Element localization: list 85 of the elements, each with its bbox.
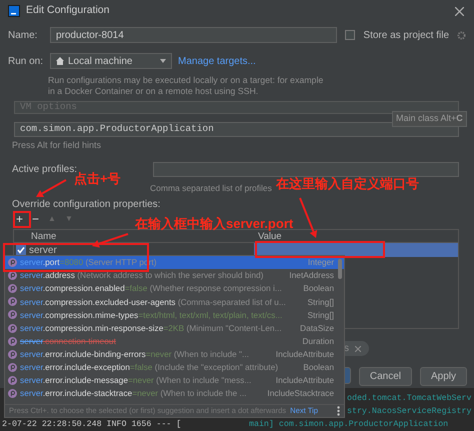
suggestion-item[interactable]: server.error.include-stacktrace=never (When to include the ... IncludeStacktrace — [5, 386, 344, 400]
tooltip: Main class Alt+C — [392, 111, 467, 126]
annotation-text: 在输入框中输入server.port — [135, 217, 294, 232]
main-class-field[interactable]: com.simon.app.ProductorApplication — [14, 122, 459, 137]
type-label: Boolean — [303, 282, 335, 296]
suggestion-item[interactable]: server.compression.mime-types=text/html, text/xml, text/plain, text/cs... String[] — [5, 308, 344, 322]
console-text: main] com.simon.app.ProductorApplication — [249, 419, 448, 431]
property-icon — [8, 271, 17, 280]
property-icon — [8, 310, 17, 320]
name-field[interactable]: productor-8014 — [50, 27, 338, 43]
suggestion-item[interactable]: server.error.include-message=never (When to include "mess... IncludeAttribute — [5, 374, 344, 387]
scrollbar-thumb[interactable] — [338, 259, 342, 279]
suggestion-item[interactable]: server.compression.enabled=false (Whether response compression i... Boolean — [5, 282, 344, 296]
toolbar-button[interactable]: − — [28, 213, 44, 225]
row-checkbox[interactable] — [16, 245, 26, 255]
highlight-box — [13, 211, 31, 228]
name-label: Name: — [8, 28, 38, 42]
property-icon — [8, 297, 17, 306]
property-icon — [8, 350, 17, 359]
suggestion-text: server.compression.excluded-user-agents (Comma-separated list of u... — [20, 296, 286, 308]
suggestion-text: server.compression.mime-types=text/html, text/xml, text/plain, text/cs... — [20, 308, 282, 322]
toolbar-button[interactable]: + — [12, 213, 28, 225]
run-on-dropdown[interactable]: Local machine — [50, 53, 172, 69]
run-on-hint: Run configurations may be executed locally or on a target: for example in a Docker Container or on a remote host using SSH. — [48, 75, 324, 97]
arrow — [36, 179, 66, 198]
override-label: Override configuration properties: — [12, 198, 160, 209]
suggestion-text: server.error.include-binding-errors=never (When to include "... — [20, 348, 249, 360]
suggestion-item[interactable]: server.address (Network address to which the server should bind) InetAddress — [5, 269, 344, 282]
property-name: server — [29, 244, 57, 258]
field-hints-text: Press Alt for field hints — [12, 139, 102, 150]
active-profiles-hint: Comma separated list of profiles — [150, 182, 272, 194]
type-label: Boolean — [303, 360, 335, 374]
suggestion-text: server.error.include-message=never (When to include "mess... — [20, 374, 252, 387]
type-label: Integer — [308, 256, 335, 269]
type-label: Duration — [302, 334, 335, 348]
app-logo-icon — [8, 5, 20, 17]
close-icon[interactable] — [355, 346, 361, 352]
active-profiles-field[interactable] — [153, 162, 459, 177]
type-label: DataSize — [300, 322, 335, 334]
close-button[interactable] — [453, 6, 466, 16]
value-cell[interactable] — [254, 243, 458, 257]
type-label: String[] — [307, 296, 335, 308]
property-icon — [8, 376, 17, 385]
caret-icon — [160, 59, 166, 63]
console-text: 2-07-22 22:28:50.248 INFO 1656 --- [ — [2, 420, 182, 429]
type-label: IncludeAttribute — [276, 374, 335, 387]
suggestion-item[interactable]: server.compression.excluded-user-agents (Comma-separated list of u... String[] — [5, 295, 344, 308]
store-label: Store as project file — [363, 28, 450, 42]
property-icon — [8, 388, 17, 398]
arrow — [299, 198, 318, 238]
column-header[interactable]: Name — [31, 231, 56, 242]
house-icon — [56, 57, 64, 65]
annotation-text: 在这里输入自定义端口号 — [276, 177, 419, 192]
type-label: String[] — [307, 308, 335, 322]
type-label: IncludeAttribute — [276, 348, 335, 360]
dialog-button[interactable]: Apply — [420, 367, 467, 386]
property-icon — [8, 336, 17, 346]
close-icon — [455, 6, 464, 16]
suggestion-text: server.compression.min-response-size=2KB (Minimum "Content-Len... — [20, 322, 282, 334]
more-icon[interactable] — [337, 406, 340, 416]
property-icon — [8, 362, 17, 372]
suggestion-text: server.connection-timeout — [20, 334, 116, 348]
console-text: oded.tomcat.TomcatWebServ — [347, 393, 472, 405]
store-checkbox[interactable] — [345, 30, 356, 40]
suggestion-text: server.compression.enabled=false (Whether response compression i... — [20, 282, 282, 296]
suggestion-item[interactable]: server.error.include-exception=false (Include the "exception" attribute) Boolean — [5, 360, 344, 374]
manage-targets-link[interactable]: Manage targets... — [178, 54, 256, 68]
dialog-button[interactable]: Cancel — [358, 367, 412, 386]
arrow — [92, 233, 128, 248]
suggestion-text: server.address (Network address to which the server should bind) — [20, 269, 264, 282]
annotation-text: 点击+号 — [74, 172, 121, 186]
console-text: stry.NacosServiceRegistry — [347, 406, 472, 418]
active-profiles-label: Active profiles: — [12, 163, 78, 175]
property-icon — [8, 324, 17, 333]
column-header[interactable]: Value — [254, 230, 282, 242]
run-on-label: Run on: — [8, 54, 44, 68]
suggestion-text: server.error.include-exception=false (Include the "exception" attribute) — [20, 360, 278, 374]
window-title: Edit Configuration — [26, 3, 110, 18]
suggestion-item[interactable]: server.compression.min-response-size=2KB (Minimum "Content-Len... DataSize — [5, 321, 344, 335]
property-icon — [8, 258, 17, 268]
gear-icon — [457, 30, 466, 40]
type-label: InetAddress — [289, 269, 335, 282]
property-icon — [8, 284, 17, 294]
suggestion-text: server.error.include-stacktrace=never (When to include the ... — [20, 387, 246, 400]
type-label: IncludeStacktrace — [267, 387, 335, 400]
